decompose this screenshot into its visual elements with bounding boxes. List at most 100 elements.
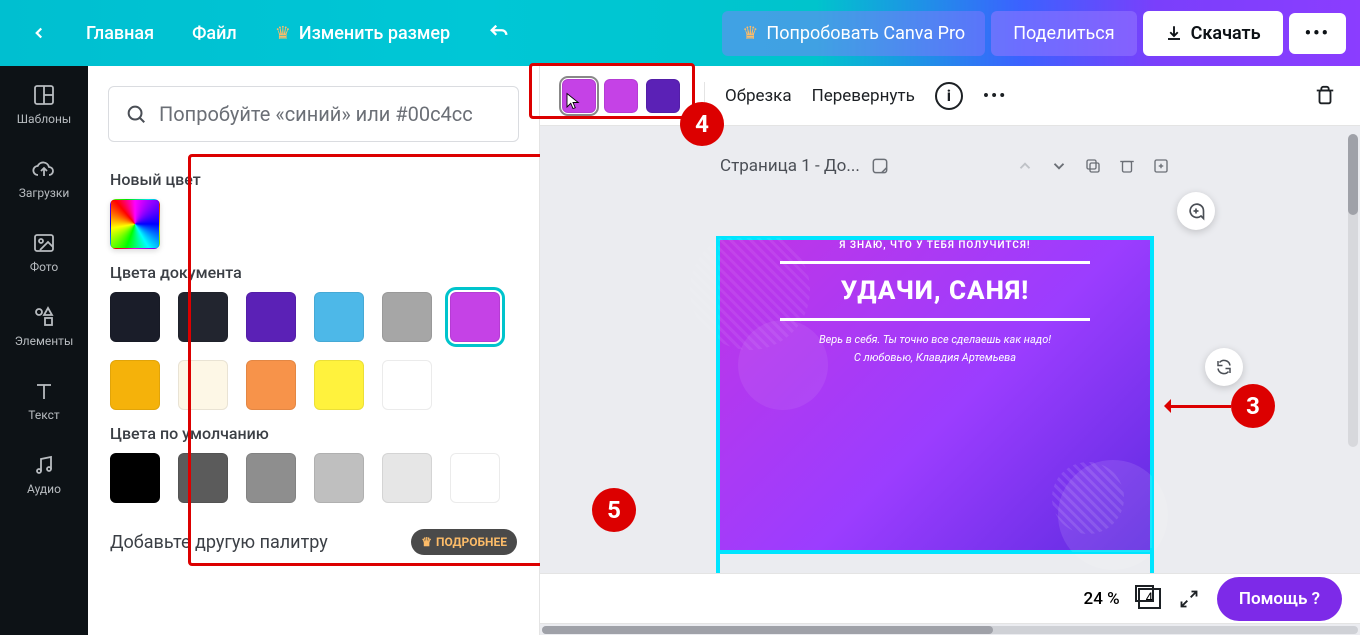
download-label: Скачать — [1191, 23, 1261, 44]
sync-button[interactable] — [1205, 348, 1243, 386]
doc-colors-title: Цвета документа — [110, 263, 517, 282]
fill-color-2[interactable] — [604, 79, 638, 113]
divider — [704, 82, 705, 110]
try-pro-button[interactable]: ♛ Попробовать Canva Pro — [722, 11, 985, 56]
doc-colors-row — [110, 292, 517, 410]
card-divider — [780, 318, 1090, 321]
doc-color-swatch[interactable] — [110, 292, 160, 342]
decor-circle — [1052, 462, 1124, 534]
default-color-swatch[interactable] — [450, 453, 500, 503]
add-comment-button[interactable] — [1177, 192, 1215, 230]
color-picker-button[interactable] — [110, 199, 160, 249]
sidebar: Шаблоны Загрузки Фото Элементы Текст Ауд… — [0, 66, 88, 635]
search-icon — [125, 103, 147, 125]
doc-color-swatch[interactable] — [314, 360, 364, 410]
default-colors-row — [110, 453, 517, 503]
doc-color-swatch[interactable] — [246, 292, 296, 342]
sidebar-item-uploads[interactable]: Загрузки — [0, 148, 88, 208]
sidebar-item-templates[interactable]: Шаблоны — [0, 74, 88, 134]
file-label: Файл — [192, 23, 237, 44]
sidebar-item-text[interactable]: Текст — [0, 370, 88, 430]
home-label: Главная — [86, 23, 154, 44]
sidebar-label: Элементы — [15, 334, 74, 348]
file-menu[interactable]: Файл — [176, 13, 253, 54]
canvas[interactable]: Страница 1 - До... — [540, 126, 1360, 573]
scrollbar-thumb[interactable] — [1348, 134, 1358, 215]
photo-icon — [31, 230, 57, 256]
add-palette-label[interactable]: Добавьте другую палитру — [110, 532, 328, 553]
info-icon[interactable]: i — [935, 82, 963, 110]
crown-icon: ♛ — [742, 23, 758, 44]
page-note-icon[interactable] — [870, 156, 890, 176]
resize-button[interactable]: ♛ Изменить размер — [259, 13, 466, 54]
add-page-icon[interactable] — [1152, 157, 1170, 175]
text-icon — [31, 378, 57, 404]
download-icon — [1165, 24, 1183, 42]
new-color-title: Новый цвет — [110, 170, 517, 189]
fill-color-1[interactable] — [562, 79, 596, 113]
delete-button[interactable] — [1314, 85, 1336, 107]
fill-color-3[interactable] — [646, 79, 680, 113]
cloud-upload-icon — [31, 156, 57, 182]
home-button[interactable]: Главная — [70, 13, 170, 54]
move-up-icon[interactable] — [1016, 157, 1034, 175]
try-pro-label: Попробовать Canva Pro — [766, 23, 965, 44]
move-down-icon[interactable] — [1050, 157, 1068, 175]
help-label: Помощь ? — [1239, 589, 1320, 609]
duplicate-page-icon[interactable] — [1084, 157, 1102, 175]
doc-color-swatch[interactable] — [178, 360, 228, 410]
default-color-swatch[interactable] — [382, 453, 432, 503]
sync-icon — [1215, 358, 1233, 376]
doc-color-swatch[interactable] — [450, 292, 500, 342]
sidebar-item-photos[interactable]: Фото — [0, 222, 88, 282]
canvas-area: Обрезка Перевернуть i ••• 4 Страница 1 -… — [540, 66, 1360, 635]
scrollbar-thumb[interactable] — [542, 626, 993, 634]
vertical-scrollbar[interactable] — [1348, 134, 1358, 447]
doc-color-swatch[interactable] — [178, 292, 228, 342]
selection-extension — [716, 548, 1154, 573]
sidebar-item-audio[interactable]: Аудио — [0, 444, 88, 504]
doc-color-swatch[interactable] — [110, 360, 160, 410]
chevron-left-icon — [30, 24, 48, 42]
back-button[interactable] — [14, 14, 64, 52]
expand-icon — [1179, 589, 1199, 609]
sidebar-label: Шаблоны — [17, 112, 71, 126]
flip-button[interactable]: Перевернуть — [812, 86, 915, 106]
download-button[interactable]: Скачать — [1143, 11, 1283, 56]
page-1-title: Страница 1 - До... — [720, 156, 860, 176]
horizontal-scrollbar[interactable] — [540, 623, 1360, 635]
color-panel: Попробуйте «синий» или #00c4cc Новый цве… — [88, 66, 540, 635]
doc-color-swatch[interactable] — [314, 292, 364, 342]
doc-color-swatch[interactable] — [382, 292, 432, 342]
default-color-swatch[interactable] — [178, 453, 228, 503]
color-search-input[interactable]: Попробуйте «синий» или #00c4cc — [108, 86, 519, 142]
trash-icon — [1314, 85, 1336, 107]
default-color-swatch[interactable] — [110, 453, 160, 503]
default-color-swatch[interactable] — [314, 453, 364, 503]
zoom-value[interactable]: 24 % — [1084, 589, 1120, 609]
fullscreen-button[interactable] — [1179, 589, 1199, 609]
sidebar-item-elements[interactable]: Элементы — [0, 296, 88, 356]
crown-icon: ♛ — [421, 535, 432, 549]
page-1-canvas[interactable]: Я ЗНАЮ, ЧТО У ТЕБЯ ПОЛУЧИТСЯ! УДАЧИ, САН… — [720, 240, 1150, 550]
plus-bubble-icon — [1186, 201, 1206, 221]
more-pill-label: ПОДРОБНЕЕ — [436, 535, 507, 549]
doc-color-swatch[interactable] — [246, 360, 296, 410]
annotation-arrow-3 — [1167, 405, 1231, 408]
doc-color-swatch[interactable] — [382, 360, 432, 410]
page-number-indicator[interactable]: 4 — [1138, 588, 1161, 609]
audio-icon — [31, 452, 57, 478]
sidebar-label: Аудио — [27, 482, 61, 496]
page-number: 4 — [1146, 591, 1153, 606]
help-button[interactable]: Помощь ? — [1217, 577, 1342, 621]
crop-button[interactable]: Обрезка — [725, 86, 792, 106]
sidebar-label: Загрузки — [19, 186, 70, 200]
more-context-button[interactable]: ••• — [983, 86, 1007, 106]
share-button[interactable]: Поделиться — [991, 11, 1136, 56]
annotation-3: 3 — [1231, 384, 1275, 428]
more-pill[interactable]: ♛ ПОДРОБНЕЕ — [411, 529, 517, 555]
undo-button[interactable] — [472, 12, 526, 54]
delete-page-icon[interactable] — [1118, 157, 1136, 175]
more-menu-button[interactable]: ••• — [1289, 13, 1346, 54]
default-color-swatch[interactable] — [246, 453, 296, 503]
